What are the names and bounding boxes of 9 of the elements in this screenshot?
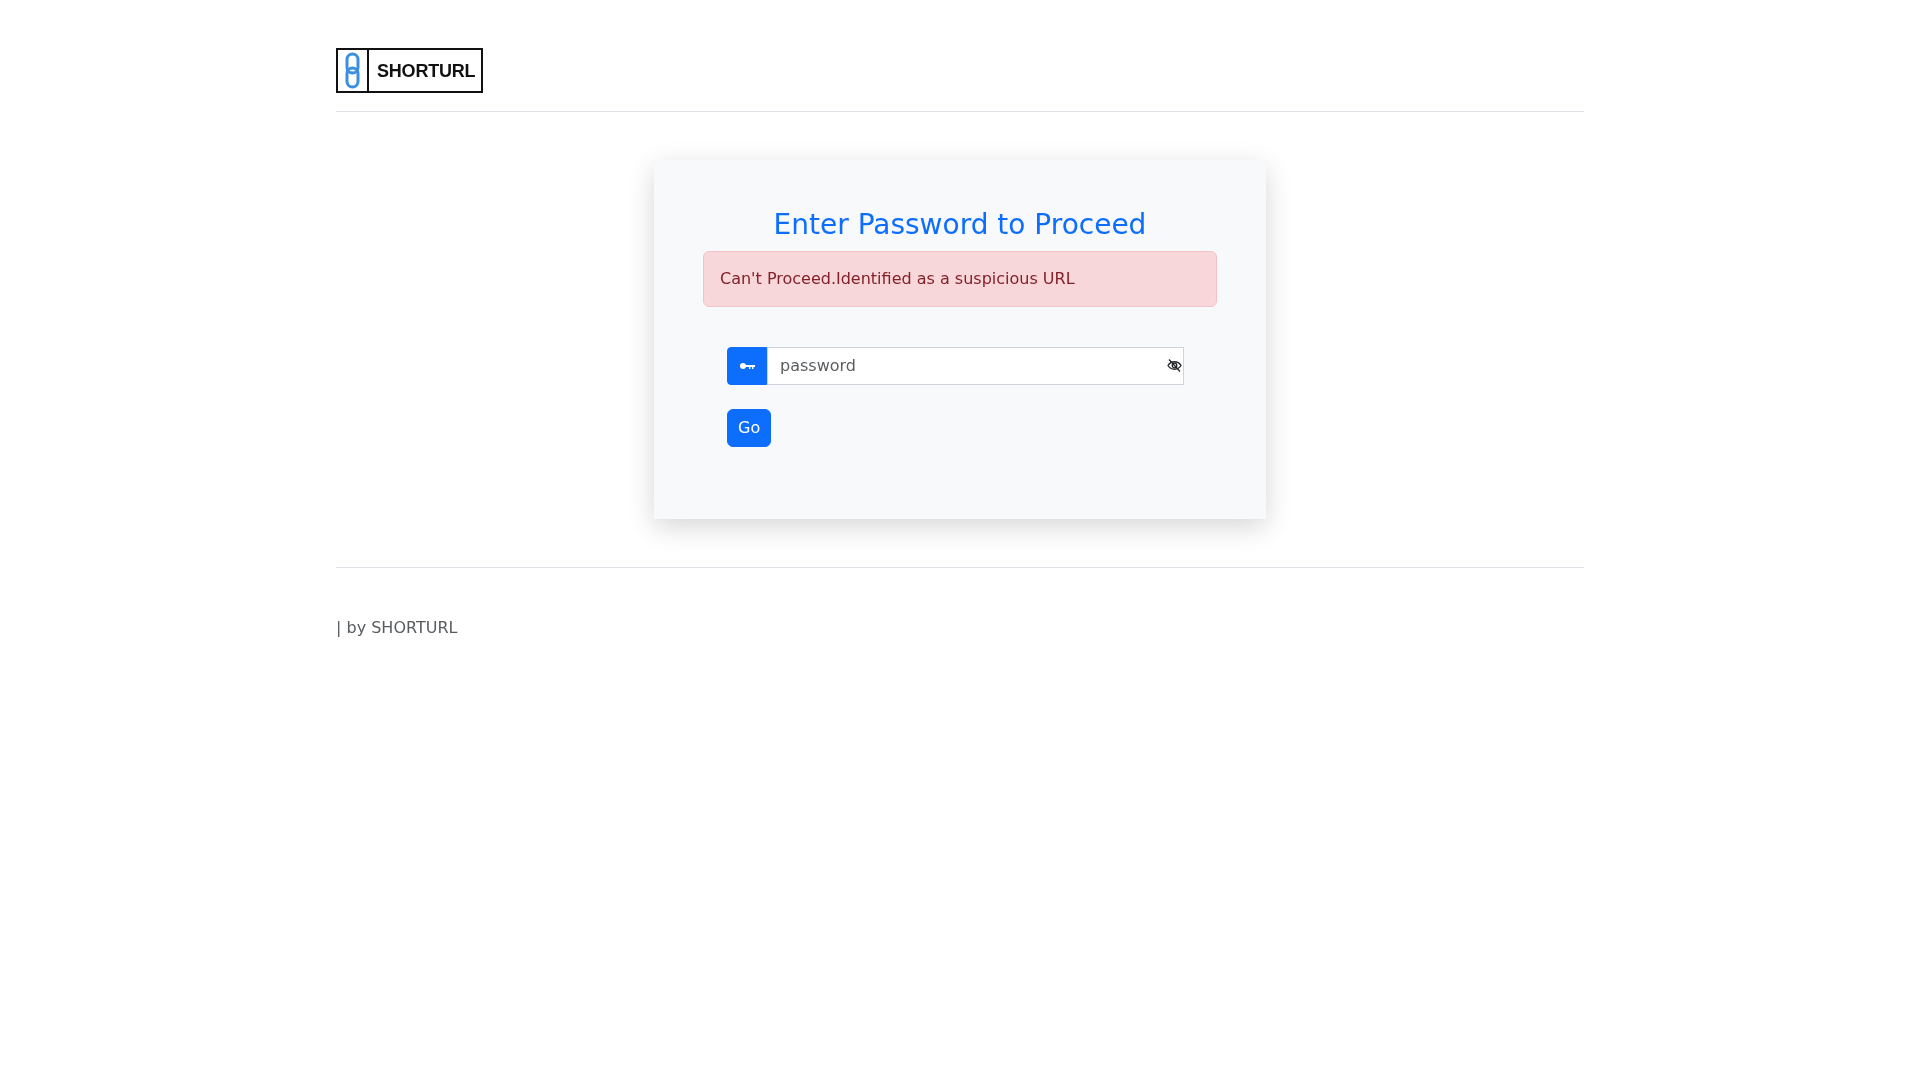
- eye-slash-icon[interactable]: [1167, 358, 1182, 372]
- logo-link[interactable]: SHORTURL: [336, 48, 484, 93]
- chain-link-icon: [345, 52, 360, 89]
- go-button[interactable]: Go: [727, 408, 772, 447]
- footer-credit: | by SHORTURL: [336, 617, 458, 637]
- password-field[interactable]: password: [767, 346, 1184, 385]
- key-icon: [739, 362, 755, 369]
- page-heading: Enter Password to Proceed: [772, 208, 1148, 242]
- error-alert: Can't Proceed.Identified as a suspicious URL: [703, 250, 1217, 307]
